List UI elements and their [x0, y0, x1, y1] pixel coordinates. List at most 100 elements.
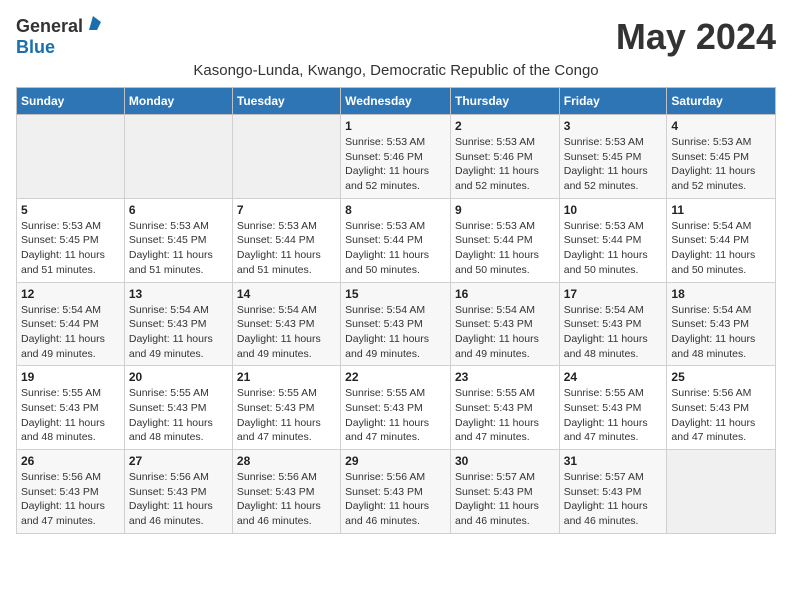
day-info: Sunrise: 5:55 AM Sunset: 5:43 PM Dayligh…: [129, 386, 228, 445]
day-number: 13: [129, 287, 228, 301]
calendar-day-cell: 6 Sunrise: 5:53 AM Sunset: 5:45 PM Daylig…: [124, 198, 232, 282]
day-info: Sunrise: 5:54 AM Sunset: 5:44 PM Dayligh…: [21, 303, 120, 362]
day-number: 17: [564, 287, 663, 301]
calendar-day-cell: [232, 115, 340, 199]
calendar-day-cell: 26 Sunrise: 5:56 AM Sunset: 5:43 PM Dayli…: [17, 450, 125, 534]
day-info: Sunrise: 5:56 AM Sunset: 5:43 PM Dayligh…: [237, 470, 336, 529]
calendar-day-cell: 3Sunrise: 5:53 AM Sunset: 5:45 PM Daylig…: [559, 115, 667, 199]
calendar-week-row: 5 Sunrise: 5:53 AM Sunset: 5:45 PM Daylig…: [17, 198, 776, 282]
day-info: Sunrise: 5:53 AM Sunset: 5:46 PM Dayligh…: [455, 135, 555, 194]
day-number: 30: [455, 454, 555, 468]
calendar-day-cell: 1 Sunrise: 5:53 AM Sunset: 5:46 PM Daylig…: [341, 115, 451, 199]
day-number: 24: [564, 370, 663, 384]
month-title: May 2024: [616, 16, 776, 58]
calendar-day-cell: 24 Sunrise: 5:55 AM Sunset: 5:43 PM Dayli…: [559, 366, 667, 450]
day-info: Sunrise: 5:54 AM Sunset: 5:44 PM Dayligh…: [671, 219, 771, 278]
day-number: 12: [21, 287, 120, 301]
day-info: Sunrise: 5:53 AM Sunset: 5:45 PM Dayligh…: [21, 219, 120, 278]
calendar-day-cell: 14Sunrise: 5:54 AM Sunset: 5:43 PM Dayli…: [232, 282, 340, 366]
day-info: Sunrise: 5:54 AM Sunset: 5:43 PM Dayligh…: [564, 303, 663, 362]
calendar-week-row: 1 Sunrise: 5:53 AM Sunset: 5:46 PM Daylig…: [17, 115, 776, 199]
day-number: 20: [129, 370, 228, 384]
calendar-day-cell: 30Sunrise: 5:57 AM Sunset: 5:43 PM Dayli…: [450, 450, 559, 534]
day-number: 6: [129, 203, 228, 217]
day-number: 21: [237, 370, 336, 384]
calendar-day-cell: 21 Sunrise: 5:55 AM Sunset: 5:43 PM Dayli…: [232, 366, 340, 450]
calendar-day-cell: 4 Sunrise: 5:53 AM Sunset: 5:45 PM Daylig…: [667, 115, 776, 199]
calendar-day-cell: 12 Sunrise: 5:54 AM Sunset: 5:44 PM Dayli…: [17, 282, 125, 366]
day-number: 7: [237, 203, 336, 217]
day-info: Sunrise: 5:53 AM Sunset: 5:45 PM Dayligh…: [129, 219, 228, 278]
day-info: Sunrise: 5:54 AM Sunset: 5:43 PM Dayligh…: [129, 303, 228, 362]
day-info: Sunrise: 5:53 AM Sunset: 5:45 PM Dayligh…: [671, 135, 771, 194]
calendar-day-cell: 18 Sunrise: 5:54 AM Sunset: 5:43 PM Dayli…: [667, 282, 776, 366]
page-header: General Blue May 2024: [16, 16, 776, 58]
day-number: 4: [671, 119, 771, 133]
day-info: Sunrise: 5:56 AM Sunset: 5:43 PM Dayligh…: [21, 470, 120, 529]
day-of-week-header: Thursday: [450, 88, 559, 115]
day-number: 10: [564, 203, 663, 217]
calendar-day-cell: 31Sunrise: 5:57 AM Sunset: 5:43 PM Dayli…: [559, 450, 667, 534]
calendar-day-cell: [124, 115, 232, 199]
day-info: Sunrise: 5:53 AM Sunset: 5:44 PM Dayligh…: [345, 219, 446, 278]
day-number: 16: [455, 287, 555, 301]
calendar-day-cell: 5 Sunrise: 5:53 AM Sunset: 5:45 PM Daylig…: [17, 198, 125, 282]
day-number: 25: [671, 370, 771, 384]
calendar-week-row: 26 Sunrise: 5:56 AM Sunset: 5:43 PM Dayli…: [17, 450, 776, 534]
day-info: Sunrise: 5:55 AM Sunset: 5:43 PM Dayligh…: [237, 386, 336, 445]
day-info: Sunrise: 5:53 AM Sunset: 5:44 PM Dayligh…: [455, 219, 555, 278]
day-info: Sunrise: 5:56 AM Sunset: 5:43 PM Dayligh…: [345, 470, 446, 529]
day-info: Sunrise: 5:55 AM Sunset: 5:43 PM Dayligh…: [455, 386, 555, 445]
calendar-day-cell: 16 Sunrise: 5:54 AM Sunset: 5:43 PM Dayli…: [450, 282, 559, 366]
day-info: Sunrise: 5:53 AM Sunset: 5:44 PM Dayligh…: [564, 219, 663, 278]
day-number: 8: [345, 203, 446, 217]
calendar-week-row: 19Sunrise: 5:55 AM Sunset: 5:43 PM Dayli…: [17, 366, 776, 450]
day-of-week-header: Wednesday: [341, 88, 451, 115]
calendar-day-cell: 19Sunrise: 5:55 AM Sunset: 5:43 PM Dayli…: [17, 366, 125, 450]
calendar-day-cell: 20 Sunrise: 5:55 AM Sunset: 5:43 PM Dayli…: [124, 366, 232, 450]
logo: General Blue: [16, 16, 101, 58]
day-info: Sunrise: 5:54 AM Sunset: 5:43 PM Dayligh…: [237, 303, 336, 362]
day-number: 29: [345, 454, 446, 468]
calendar-day-cell: 25 Sunrise: 5:56 AM Sunset: 5:43 PM Dayli…: [667, 366, 776, 450]
day-info: Sunrise: 5:53 AM Sunset: 5:46 PM Dayligh…: [345, 135, 446, 194]
logo-general-text: General: [16, 16, 83, 37]
calendar-table: SundayMondayTuesdayWednesdayThursdayFrid…: [16, 87, 776, 534]
day-number: 1: [345, 119, 446, 133]
calendar-day-cell: [17, 115, 125, 199]
day-of-week-header: Monday: [124, 88, 232, 115]
day-number: 15: [345, 287, 446, 301]
calendar-day-cell: 22 Sunrise: 5:55 AM Sunset: 5:43 PM Dayli…: [341, 366, 451, 450]
day-of-week-header: Sunday: [17, 88, 125, 115]
day-info: Sunrise: 5:54 AM Sunset: 5:43 PM Dayligh…: [345, 303, 446, 362]
day-number: 9: [455, 203, 555, 217]
day-info: Sunrise: 5:56 AM Sunset: 5:43 PM Dayligh…: [671, 386, 771, 445]
day-number: 22: [345, 370, 446, 384]
day-number: 23: [455, 370, 555, 384]
day-info: Sunrise: 5:55 AM Sunset: 5:43 PM Dayligh…: [564, 386, 663, 445]
calendar-day-cell: 9 Sunrise: 5:53 AM Sunset: 5:44 PM Daylig…: [450, 198, 559, 282]
day-info: Sunrise: 5:55 AM Sunset: 5:43 PM Dayligh…: [21, 386, 120, 445]
day-info: Sunrise: 5:53 AM Sunset: 5:44 PM Dayligh…: [237, 219, 336, 278]
day-info: Sunrise: 5:54 AM Sunset: 5:43 PM Dayligh…: [455, 303, 555, 362]
calendar-day-cell: 2Sunrise: 5:53 AM Sunset: 5:46 PM Daylig…: [450, 115, 559, 199]
day-number: 28: [237, 454, 336, 468]
day-info: Sunrise: 5:57 AM Sunset: 5:43 PM Dayligh…: [564, 470, 663, 529]
calendar-day-cell: [667, 450, 776, 534]
day-info: Sunrise: 5:54 AM Sunset: 5:43 PM Dayligh…: [671, 303, 771, 362]
calendar-day-cell: 13 Sunrise: 5:54 AM Sunset: 5:43 PM Dayli…: [124, 282, 232, 366]
day-info: Sunrise: 5:53 AM Sunset: 5:45 PM Dayligh…: [564, 135, 663, 194]
day-number: 26: [21, 454, 120, 468]
logo-icon: [85, 16, 101, 32]
day-number: 5: [21, 203, 120, 217]
calendar-day-cell: 8 Sunrise: 5:53 AM Sunset: 5:44 PM Daylig…: [341, 198, 451, 282]
day-of-week-header: Tuesday: [232, 88, 340, 115]
calendar-week-row: 12 Sunrise: 5:54 AM Sunset: 5:44 PM Dayli…: [17, 282, 776, 366]
calendar-day-cell: 23 Sunrise: 5:55 AM Sunset: 5:43 PM Dayli…: [450, 366, 559, 450]
calendar-day-cell: 10 Sunrise: 5:53 AM Sunset: 5:44 PM Dayli…: [559, 198, 667, 282]
day-number: 11: [671, 203, 771, 217]
day-number: 18: [671, 287, 771, 301]
calendar-header-row: SundayMondayTuesdayWednesdayThursdayFrid…: [17, 88, 776, 115]
day-number: 27: [129, 454, 228, 468]
day-info: Sunrise: 5:55 AM Sunset: 5:43 PM Dayligh…: [345, 386, 446, 445]
